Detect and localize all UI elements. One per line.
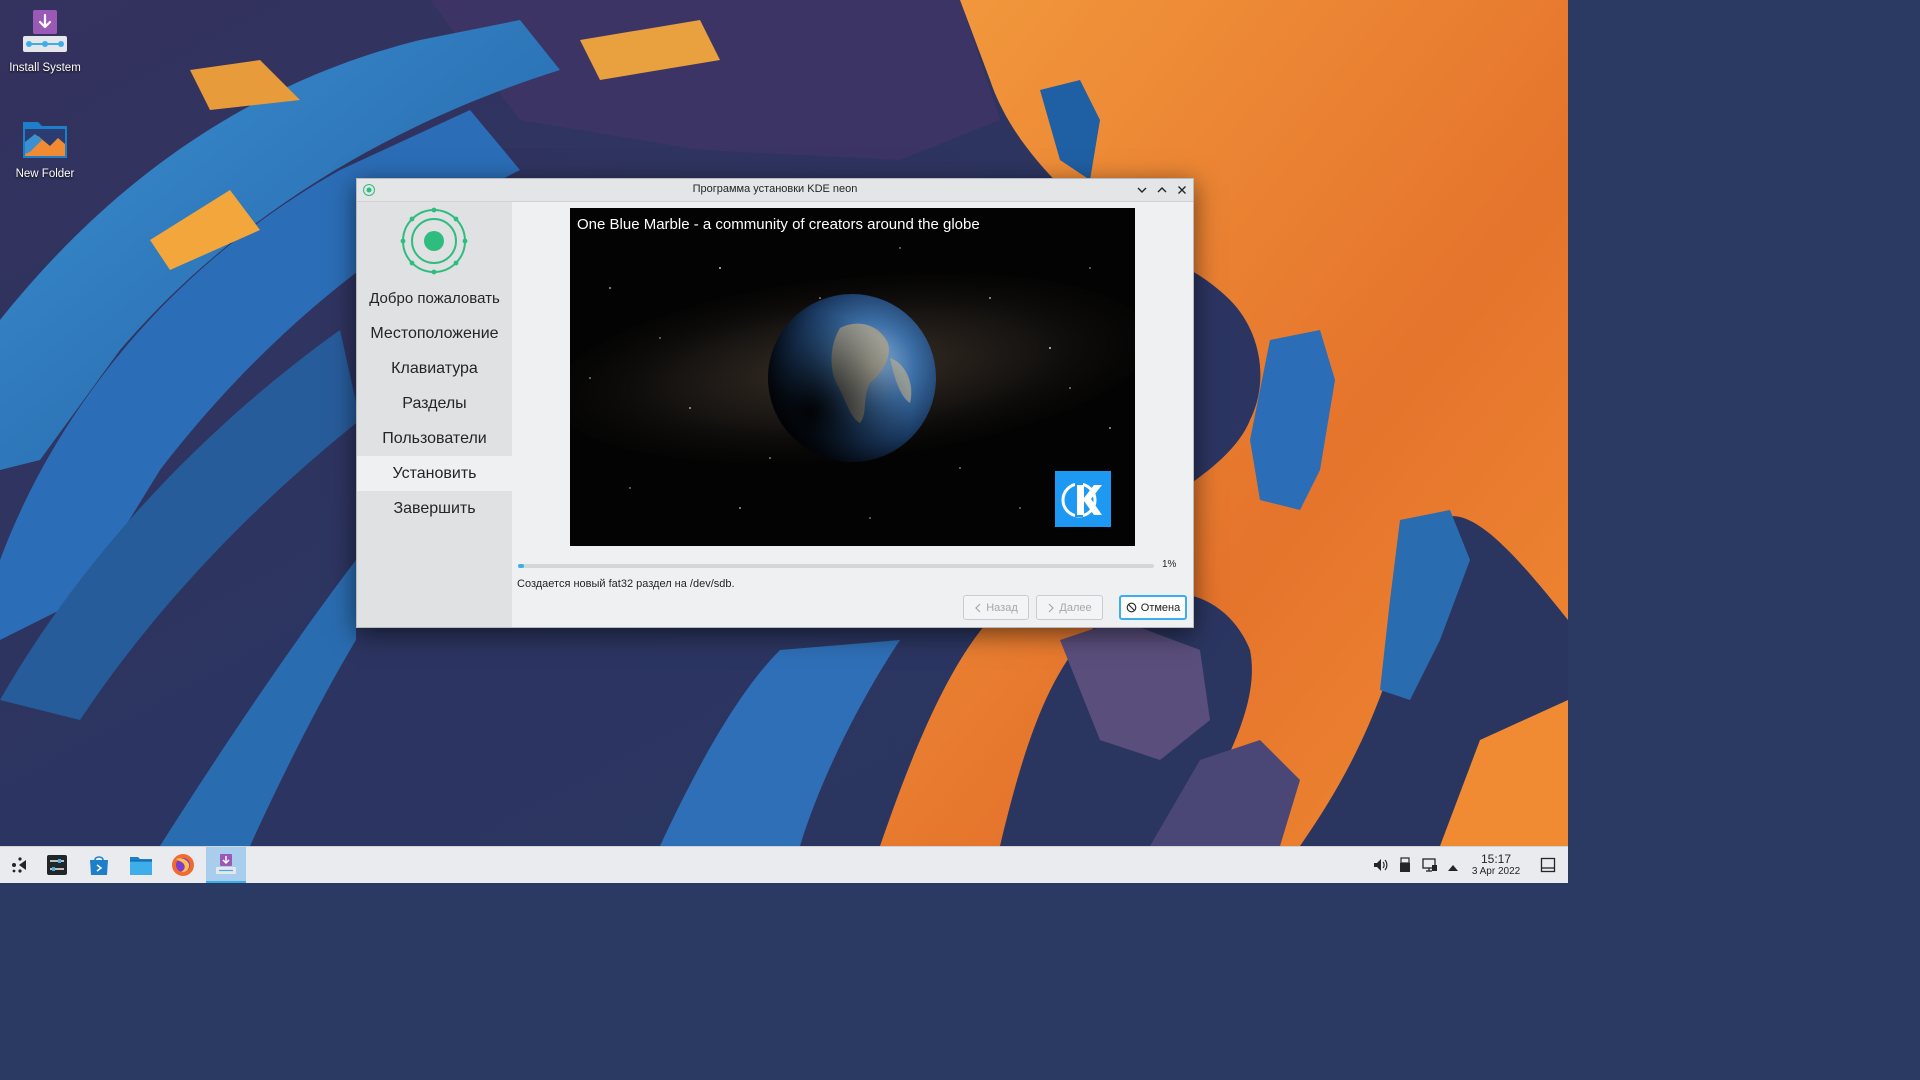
back-button-label: Назад — [986, 601, 1018, 614]
install-progress-bar — [518, 564, 1154, 568]
cancel-button-label: Отмена — [1140, 601, 1181, 614]
desktop-icon-label: Install System — [9, 62, 81, 74]
install-system-icon — [216, 854, 236, 874]
step-label: Пользователи — [382, 430, 487, 447]
folder-icon — [20, 114, 70, 164]
installer-task[interactable] — [206, 847, 246, 883]
chevron-left-icon — [975, 603, 981, 612]
show-hidden-icons-arrow-icon[interactable] — [1447, 860, 1459, 878]
step-finish: Завершить — [357, 491, 512, 526]
slideshow: One Blue Marble - a community of creator… — [570, 208, 1135, 546]
installer-sidebar: Добро пожаловать Местоположение Клавиату… — [357, 202, 512, 627]
dolphin-launcher[interactable] — [121, 847, 161, 883]
earth-image — [570, 208, 1135, 546]
minimize-button[interactable] — [1134, 182, 1150, 198]
application-launcher-button[interactable] — [0, 847, 40, 883]
volume-icon[interactable] — [1372, 857, 1388, 878]
calamares-logo-icon — [400, 207, 468, 275]
maximize-button[interactable] — [1154, 182, 1170, 198]
taskbar: 15:17 3 Apr 2022 — [0, 846, 1568, 883]
window-title: Программа установки KDE neon — [692, 183, 858, 195]
step-label: Разделы — [402, 395, 467, 412]
step-label: Завершить — [393, 500, 476, 517]
clock-time[interactable]: 15:17 — [1468, 852, 1524, 866]
discover-launcher[interactable] — [79, 847, 119, 883]
next-button[interactable]: Далее — [1036, 595, 1103, 620]
cancel-button[interactable]: Отмена — [1119, 595, 1187, 620]
step-keyboard: Клавиатура — [357, 351, 512, 386]
progress-percent: 1% — [1162, 559, 1177, 570]
store-bag-icon — [90, 856, 108, 875]
firefox-icon — [172, 854, 194, 876]
next-button-label: Далее — [1059, 601, 1092, 614]
status-message: Создается новый fat32 раздел на /dev/sdb… — [517, 578, 735, 590]
desktop-icon-install-system[interactable]: Install System — [0, 8, 90, 74]
file-manager-icon — [130, 857, 152, 875]
removable-device-icon[interactable] — [1398, 857, 1412, 878]
network-icon[interactable] — [1422, 857, 1438, 878]
clock-date[interactable]: 3 Apr 2022 — [1462, 866, 1530, 877]
step-partitions: Разделы — [357, 386, 512, 421]
firefox-launcher[interactable] — [163, 847, 203, 883]
installer-content: One Blue Marble - a community of creator… — [512, 202, 1193, 627]
kde-launcher-icon — [12, 857, 26, 873]
close-button[interactable] — [1174, 182, 1190, 198]
cancel-icon — [1126, 602, 1137, 613]
step-location: Местоположение — [357, 316, 512, 351]
installer-window: Программа установки KDE neon Добро пожал… — [356, 178, 1194, 628]
chevron-right-icon — [1048, 603, 1055, 612]
step-install: Установить — [357, 456, 512, 491]
system-settings-launcher[interactable] — [37, 847, 77, 883]
desktop-icon-new-folder[interactable]: New Folder — [0, 114, 90, 180]
desktop-icon-label: New Folder — [15, 168, 75, 180]
slideshow-caption: One Blue Marble - a community of creator… — [577, 216, 980, 233]
settings-icon — [47, 855, 67, 875]
step-welcome: Добро пожаловать — [357, 281, 512, 316]
step-label: Местоположение — [370, 325, 499, 342]
step-label: Установить — [392, 465, 477, 482]
step-users: Пользователи — [357, 421, 512, 456]
show-desktop-icon[interactable] — [1540, 857, 1556, 878]
back-button[interactable]: Назад — [963, 595, 1029, 620]
window-titlebar[interactable]: Программа установки KDE neon — [357, 179, 1193, 202]
kde-logo-icon — [1055, 471, 1111, 527]
progress-fill — [518, 564, 525, 568]
install-system-icon — [20, 8, 70, 58]
step-label: Добро пожаловать — [369, 290, 500, 307]
step-label: Клавиатура — [391, 360, 478, 377]
